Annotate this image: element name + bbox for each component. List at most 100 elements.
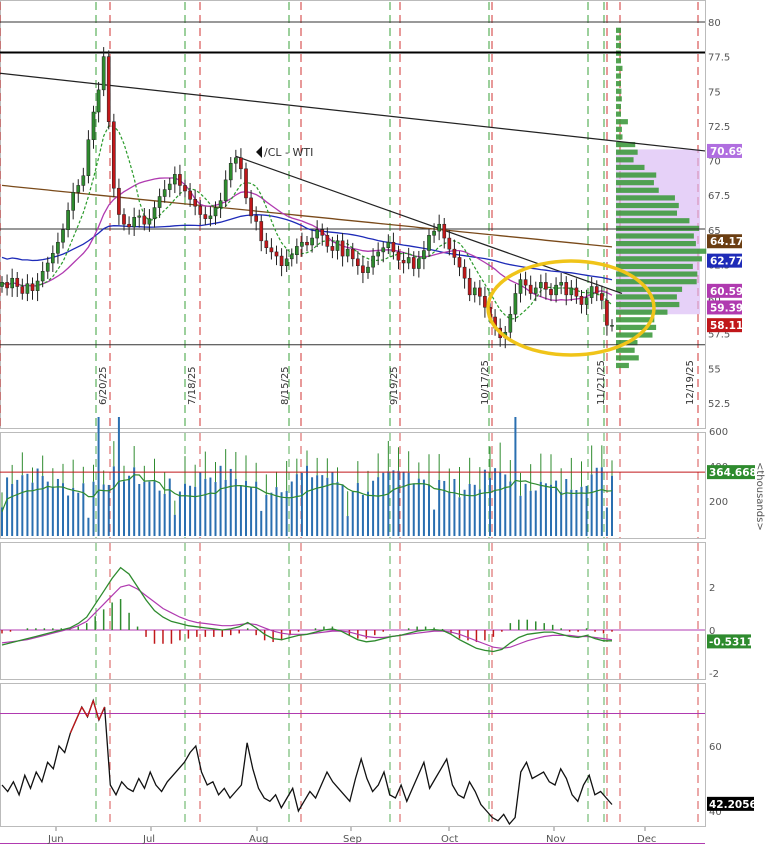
volume-bar (275, 487, 278, 536)
candle-body (35, 280, 40, 291)
candle-body (112, 121, 116, 189)
candle-body (101, 56, 106, 91)
volume-bar (11, 483, 14, 536)
candle-body (452, 248, 457, 258)
volume-bar (336, 481, 339, 536)
candle-body (401, 259, 406, 264)
candle-body (437, 223, 441, 232)
volume-bar (168, 478, 171, 536)
candle-body (335, 240, 340, 251)
volume-bar (397, 470, 400, 536)
candle-body (330, 246, 335, 251)
volume-bar (341, 484, 344, 536)
candle-body (188, 190, 192, 200)
macd-tick-label: 2 (709, 583, 715, 594)
candle-body (483, 295, 487, 308)
profile-bar (616, 73, 621, 79)
candle-body (264, 240, 269, 249)
volume-bar (82, 483, 85, 536)
volume-bar (478, 489, 481, 536)
candle-body (66, 210, 70, 230)
candle-body (533, 287, 538, 294)
candle-body (432, 230, 436, 236)
month-label: Aug (249, 834, 269, 845)
volume-bar (529, 490, 532, 536)
volume-unit-label: <thousands> (754, 462, 765, 531)
profile-bar (616, 202, 679, 209)
volume-bar (524, 483, 527, 536)
candle-body (289, 254, 294, 260)
candle-body (203, 214, 208, 219)
volume-bar (245, 480, 247, 536)
profile-bar (616, 256, 702, 262)
price-chart: 8077.57572.57067.56562.56057.55552.5 6/2… (0, 0, 771, 851)
volume-bar (194, 486, 197, 536)
candle-body (381, 247, 386, 253)
candle-body (254, 215, 258, 222)
volume-bar (448, 491, 451, 536)
volume-bar (189, 485, 192, 536)
volume-bar (361, 494, 364, 536)
candle-body (96, 89, 101, 113)
candle-body (20, 286, 25, 294)
volume-bar (438, 479, 441, 536)
volume-bar (138, 483, 141, 536)
candle-body (173, 174, 177, 185)
volume-bar (326, 477, 329, 536)
candle-body (81, 175, 86, 186)
candle-body (208, 215, 213, 219)
candle-body (147, 218, 152, 225)
volume-bar (458, 497, 461, 536)
volume-bar (382, 472, 385, 536)
volume-bar (514, 417, 517, 536)
candle-body (411, 257, 416, 269)
price-tick-label: 75 (708, 87, 721, 98)
profile-bar (616, 96, 622, 102)
volume-badge-text: 364.668 (709, 467, 757, 479)
volume-bar (611, 475, 613, 536)
volume-bar (290, 481, 293, 536)
candle-body (600, 293, 604, 301)
volume-bar (295, 474, 298, 536)
volume-bar (306, 465, 308, 536)
month-label: Nov (546, 834, 566, 845)
candle-body (71, 192, 75, 211)
candle-body (142, 215, 147, 225)
candle-body (295, 246, 299, 255)
candle-body (472, 287, 477, 296)
candle-body (122, 214, 126, 225)
candle-body (198, 205, 203, 215)
volume-bar (346, 516, 349, 536)
candle-body (417, 258, 421, 269)
osc-badge-text: 42.2056 (709, 799, 757, 811)
volume-bar (367, 491, 369, 536)
candle-body (228, 163, 233, 181)
volume-bar (570, 489, 573, 536)
volume-bar (153, 481, 156, 536)
candle-body (91, 111, 96, 140)
candle-body (56, 241, 60, 254)
candle-body (61, 229, 65, 243)
profile-bar (616, 187, 659, 193)
value-badge-text: 58.11 (710, 320, 743, 332)
candle-body (259, 221, 264, 242)
month-label: Dec (637, 834, 656, 845)
candle-body (467, 277, 472, 296)
volume-bar (494, 468, 497, 536)
profile-bar (616, 347, 635, 353)
candle-body (350, 248, 355, 260)
candle-body (508, 313, 513, 333)
price-tick-label: 77.5 (708, 53, 730, 64)
candle-body (457, 257, 462, 268)
volume-bar (107, 484, 110, 536)
candle-body (51, 253, 55, 264)
volume-bar (580, 486, 583, 536)
price-tick-label: 67.5 (708, 191, 730, 202)
profile-bar (616, 164, 645, 171)
volume-bar (260, 510, 263, 536)
candle-body (554, 284, 558, 296)
candle-body (193, 199, 197, 207)
volume-bar (117, 417, 120, 536)
value-badge-text: 70.69 (710, 146, 743, 158)
candle-body (376, 251, 380, 257)
